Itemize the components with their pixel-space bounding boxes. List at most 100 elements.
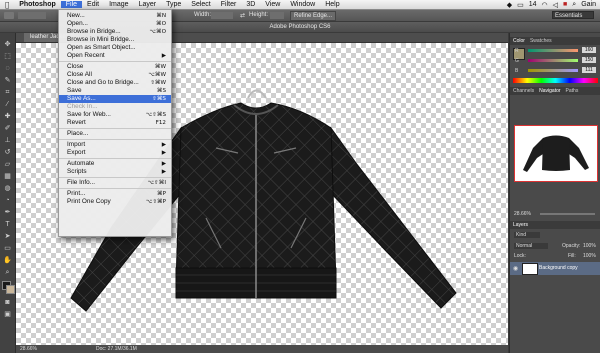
menu-filter[interactable]: Filter bbox=[216, 1, 242, 8]
tab-navigator[interactable]: Navigator bbox=[539, 88, 560, 94]
spotlight-icon[interactable]: ⌕ bbox=[572, 1, 576, 9]
height-field[interactable] bbox=[270, 12, 284, 19]
menu-item-print[interactable]: Print... ⌘P bbox=[59, 190, 171, 198]
b-slider[interactable] bbox=[528, 69, 578, 72]
menu-item-file-info[interactable]: File Info... ⌥⇧⌘I bbox=[59, 179, 171, 187]
brush-tool-icon[interactable]: ✐ bbox=[3, 125, 12, 132]
zoom-level[interactable]: 28.66% bbox=[20, 345, 37, 353]
menu-item-browse-in-mini-bridge[interactable]: Browse in Mini Bridge... bbox=[59, 36, 171, 44]
crop-tool-icon[interactable]: ⌗ bbox=[3, 89, 12, 96]
tab-paths[interactable]: Paths bbox=[566, 88, 579, 94]
menu-select[interactable]: Select bbox=[186, 1, 215, 8]
opacity-value[interactable]: 100% bbox=[583, 243, 596, 249]
apple-icon[interactable]:  bbox=[0, 1, 14, 9]
menu-item-automate[interactable]: Automate ▶ bbox=[59, 160, 171, 168]
gradient-tool-icon[interactable]: ▦ bbox=[3, 173, 12, 180]
workspace-select[interactable]: Essentials bbox=[552, 11, 594, 19]
history-brush-tool-icon[interactable]: ↺ bbox=[3, 149, 12, 156]
color-ramp[interactable] bbox=[513, 78, 598, 83]
r-value[interactable]: 160 bbox=[582, 47, 596, 53]
menu-window[interactable]: Window bbox=[285, 1, 320, 8]
menu-item-label: Import bbox=[67, 141, 86, 148]
lasso-tool-icon[interactable]: ◌ bbox=[3, 65, 12, 72]
refine-edge-button[interactable]: Refine Edge... bbox=[290, 11, 337, 21]
tool-preset-button[interactable] bbox=[4, 12, 14, 19]
menu-item-save-for-web[interactable]: Save for Web... ⌥⇧⌘S bbox=[59, 111, 171, 119]
menu-separator bbox=[59, 128, 171, 129]
menu-item-open-recent[interactable]: Open Recent ▶ bbox=[59, 52, 171, 60]
g-value[interactable]: 150 bbox=[582, 57, 596, 63]
menu-item-revert[interactable]: Revert F12 bbox=[59, 119, 171, 127]
move-tool-icon[interactable]: ✥ bbox=[3, 41, 12, 48]
tab-layers[interactable]: Layers bbox=[513, 222, 528, 228]
g-slider[interactable] bbox=[528, 59, 578, 62]
type-tool-icon[interactable]: T bbox=[3, 221, 12, 228]
eraser-tool-icon[interactable]: ▱ bbox=[3, 161, 12, 168]
menu-item-scripts[interactable]: Scripts ▶ bbox=[59, 168, 171, 176]
zoom-tool-icon[interactable]: ⌕ bbox=[3, 269, 12, 276]
navigator-zoom-slider[interactable] bbox=[540, 213, 595, 215]
background-color-swatch[interactable] bbox=[6, 285, 15, 294]
menu-view[interactable]: View bbox=[260, 1, 285, 8]
menu-edit[interactable]: Edit bbox=[82, 1, 104, 8]
menu-item-import[interactable]: Import ▶ bbox=[59, 141, 171, 149]
menu-layer[interactable]: Layer bbox=[134, 1, 162, 8]
menu-file[interactable]: File bbox=[60, 1, 83, 8]
fill-value[interactable]: 100% bbox=[583, 253, 596, 259]
menu-image[interactable]: Image bbox=[104, 1, 133, 8]
menu-item-label: Automate bbox=[67, 160, 95, 167]
tab-color[interactable]: Color bbox=[513, 38, 525, 44]
swap-icon[interactable]: ⇄ bbox=[240, 12, 245, 19]
shape-tool-icon[interactable]: ▭ bbox=[3, 245, 12, 252]
menu-item-new[interactable]: New... ⌘N bbox=[59, 12, 171, 20]
dropbox-icon[interactable]: ◆ bbox=[507, 1, 512, 9]
selection-mode-buttons[interactable] bbox=[18, 12, 46, 19]
menu-photoshop[interactable]: Photoshop bbox=[14, 1, 61, 8]
clone-stamp-tool-icon[interactable]: ⊥ bbox=[3, 137, 12, 144]
width-field[interactable] bbox=[211, 12, 233, 19]
battery-icon[interactable]: ▭ bbox=[517, 1, 524, 9]
menu-item-open-as-smart-object[interactable]: Open as Smart Object... bbox=[59, 44, 171, 52]
layer-filter-kind[interactable]: Kind bbox=[514, 232, 540, 238]
r-slider[interactable] bbox=[528, 49, 578, 52]
volume-icon[interactable]: ◁ bbox=[553, 1, 558, 9]
layer-row[interactable]: ◉ Background copy bbox=[510, 262, 600, 275]
path-selection-tool-icon[interactable]: ➤ bbox=[3, 233, 12, 240]
flag-icon[interactable]: ■ bbox=[563, 1, 567, 8]
menu-type[interactable]: Type bbox=[161, 1, 186, 8]
wifi-icon[interactable]: ◠ bbox=[542, 1, 548, 9]
menu-item-save-as[interactable]: Save As... ⇧⌘S bbox=[59, 95, 171, 103]
eyedropper-tool-icon[interactable]: ⁄ bbox=[3, 101, 12, 108]
marquee-tool-icon[interactable]: ⬚ bbox=[3, 53, 12, 60]
menu-item-close-and-go-to-bridge[interactable]: Close and Go to Bridge... ⇧⌘W bbox=[59, 79, 171, 87]
menu-item-print-one-copy[interactable]: Print One Copy ⌥⇧⌘P bbox=[59, 198, 171, 206]
dodge-tool-icon[interactable]: ◔ bbox=[3, 197, 12, 204]
menu-item-browse-in-bridge[interactable]: Browse in Bridge... ⌥⌘O bbox=[59, 28, 171, 36]
navigator-thumbnail[interactable] bbox=[514, 125, 598, 182]
menu-item-place[interactable]: Place... bbox=[59, 130, 171, 138]
navigator-zoom[interactable]: 28.66% bbox=[514, 211, 531, 217]
blend-mode-select[interactable]: Normal bbox=[514, 243, 548, 249]
b-value[interactable]: 111 bbox=[582, 67, 596, 73]
tab-swatches[interactable]: Swatches bbox=[530, 38, 552, 44]
layer-name[interactable]: Background copy bbox=[539, 265, 578, 271]
hand-tool-icon[interactable]: ✋ bbox=[3, 257, 12, 264]
user-name[interactable]: Gain bbox=[581, 1, 596, 8]
fill-label: Fill: bbox=[568, 253, 576, 259]
tab-channels[interactable]: Channels bbox=[513, 88, 534, 94]
blur-tool-icon[interactable]: ◍ bbox=[3, 185, 12, 192]
menu-item-open[interactable]: Open... ⌘O bbox=[59, 20, 171, 28]
visibility-eye-icon[interactable]: ◉ bbox=[513, 265, 518, 272]
quick-select-tool-icon[interactable]: ✎ bbox=[3, 77, 12, 84]
healing-brush-tool-icon[interactable]: ✚ bbox=[3, 113, 12, 120]
quick-mask-icon[interactable]: ◙ bbox=[3, 299, 12, 306]
menu-help[interactable]: Help bbox=[320, 1, 344, 8]
menu-item-close-all[interactable]: Close All ⌥⌘W bbox=[59, 71, 171, 79]
menu-3d[interactable]: 3D bbox=[241, 1, 260, 8]
menu-separator bbox=[59, 158, 171, 159]
screen-mode-icon[interactable]: ▣ bbox=[3, 311, 12, 318]
menu-item-export[interactable]: Export ▶ bbox=[59, 149, 171, 157]
menu-item-close[interactable]: Close ⌘W bbox=[59, 63, 171, 71]
menu-item-save[interactable]: Save ⌘S bbox=[59, 87, 171, 95]
pen-tool-icon[interactable]: ✒ bbox=[3, 209, 12, 216]
